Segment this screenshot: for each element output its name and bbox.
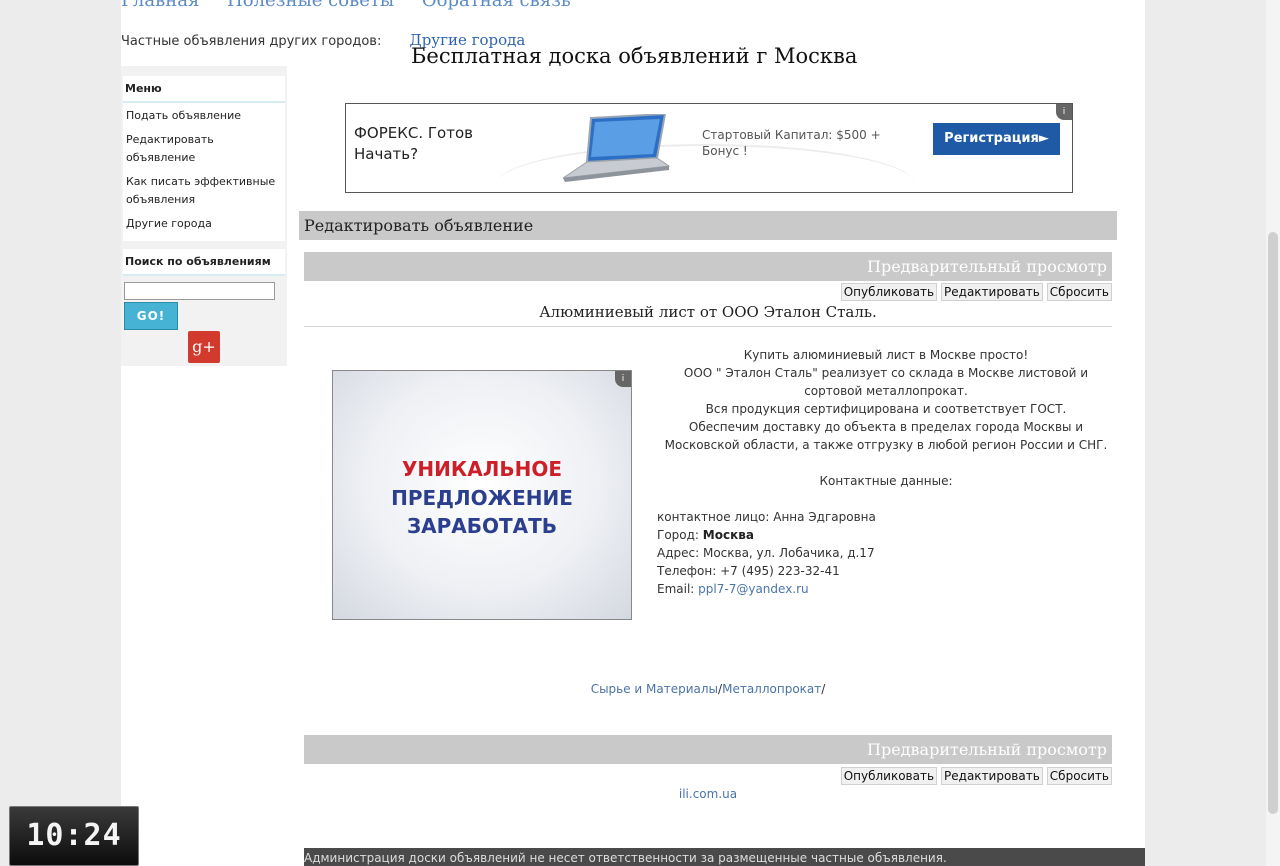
- sidebar-item-submit-ad[interactable]: Подать объявление: [126, 107, 283, 125]
- laptop-icon: [562, 114, 671, 182]
- top-banner-ad[interactable]: ФОРЕКС. Готов Начать? Стартовый Капитал:…: [345, 103, 1073, 193]
- sidebar-menu: Подать объявление Редактировать объявлен…: [123, 103, 285, 241]
- section-header: Редактировать объявление: [299, 211, 1117, 240]
- square-ad-line2: ПРЕДЛОЖЕНИЕ: [391, 486, 573, 510]
- city-value: Москва: [702, 528, 754, 542]
- desc-line: Вся продукция сертифицирована и соответс…: [705, 402, 1067, 416]
- site-link: ili.com.ua: [304, 787, 1112, 801]
- preview-bar-top: Предварительный просмотр: [304, 252, 1112, 281]
- site-link-anchor[interactable]: ili.com.ua: [679, 787, 737, 801]
- contact-phone: Телефон: +7 (495) 223-32-41: [657, 564, 840, 578]
- contact-city: Город: Москва: [657, 526, 1115, 544]
- google-plus-icon[interactable]: g+: [188, 331, 220, 363]
- site-title: Бесплатная доска объявлений г Москва: [411, 44, 858, 68]
- ad-title: Алюминиевый лист от ООО Эталон Сталь.: [539, 303, 877, 321]
- desc-line: Обеспечим доставку до объекта в пределах…: [664, 420, 1108, 452]
- square-ad[interactable]: УНИКАЛЬНОЕ ПРЕДЛОЖЕНИЕ ЗАРАБОТАТЬ i: [332, 370, 632, 620]
- contact-email: Email: ppl7-7@yandex.ru: [657, 580, 1115, 598]
- action-buttons-top: Опубликовать Редактировать Сбросить: [837, 283, 1112, 301]
- banner-side-text: Стартовый Капитал: $500 + Бонус !: [702, 128, 881, 158]
- sidebar-item-writing-tips[interactable]: Как писать эффективные объявления: [126, 173, 283, 209]
- contacts-title: Контактные данные:: [819, 474, 953, 488]
- banner-text: ФОРЕКС. Готов Начать?: [354, 124, 473, 163]
- contact-address: Адрес: Москва, ул. Лобачика, д.17: [657, 546, 875, 560]
- sidebar-item-other-cities[interactable]: Другие города: [126, 215, 283, 233]
- ad-description: Купить алюминиевый лист в Москве просто!…: [657, 346, 1115, 598]
- square-ad-line3: ЗАРАБОТАТЬ: [406, 514, 558, 538]
- sidebar-item-edit-ad[interactable]: Редактировать объявление: [126, 131, 283, 167]
- clock-widget: 10:24: [9, 806, 139, 866]
- email-label: Email:: [657, 582, 695, 596]
- divider: [304, 326, 1112, 327]
- breadcrumb-sep: /: [821, 682, 826, 696]
- nav-feedback[interactable]: Обратная связь: [422, 0, 571, 11]
- nav-home[interactable]: Главная: [121, 0, 199, 11]
- sidebar-menu-title: Меню: [123, 76, 285, 103]
- action-buttons-bottom: Опубликовать Редактировать Сбросить: [837, 767, 1112, 785]
- banner-register-button[interactable]: Регистрация►: [933, 123, 1060, 155]
- scrollbar-thumb[interactable]: [1268, 232, 1278, 814]
- footer-text: Администрация доски объявлений не несет …: [304, 851, 947, 865]
- reset-button[interactable]: Сбросить: [1046, 283, 1112, 301]
- category-breadcrumb: Сырье и Материалы/Металлопрокат/: [304, 682, 1112, 696]
- category-raw-materials[interactable]: Сырье и Материалы: [591, 682, 718, 696]
- sidebar: Меню Подать объявление Редактировать объ…: [121, 66, 287, 366]
- footer: Администрация доски объявлений не несет …: [304, 848, 1145, 866]
- desc-line: Купить алюминиевый лист в Москве просто!: [743, 348, 1029, 362]
- category-metal-products[interactable]: Металлопрокат: [722, 682, 821, 696]
- search-go-button[interactable]: GO!: [124, 302, 178, 330]
- contact-person: контактное лицо: Анна Эдгаровна: [657, 510, 876, 524]
- ad-info-icon[interactable]: i: [615, 371, 631, 387]
- ad-info-icon[interactable]: i: [1056, 104, 1072, 120]
- publish-button[interactable]: Опубликовать: [840, 767, 938, 785]
- search-input[interactable]: [124, 282, 275, 300]
- page: Главная Полезные советы Обратная связь Ч…: [121, 0, 1145, 866]
- email-link[interactable]: ppl7-7@yandex.ru: [698, 582, 808, 596]
- nav-tips[interactable]: Полезные советы: [227, 0, 394, 11]
- sidebar-search-title: Поиск по объявлениям: [123, 249, 285, 276]
- other-cities-label: Частные объявления других городов:: [121, 34, 382, 49]
- city-label: Город:: [657, 528, 699, 542]
- preview-bar-bottom: Предварительный просмотр: [304, 735, 1112, 764]
- publish-button[interactable]: Опубликовать: [840, 283, 938, 301]
- edit-button[interactable]: Редактировать: [941, 767, 1043, 785]
- top-nav: Главная Полезные советы Обратная связь: [121, 0, 593, 14]
- edit-button[interactable]: Редактировать: [941, 283, 1043, 301]
- desc-line: ООО " Эталон Сталь" реализует со склада …: [683, 366, 1089, 398]
- square-ad-line1: УНИКАЛЬНОЕ: [402, 457, 562, 481]
- reset-button[interactable]: Сбросить: [1046, 767, 1112, 785]
